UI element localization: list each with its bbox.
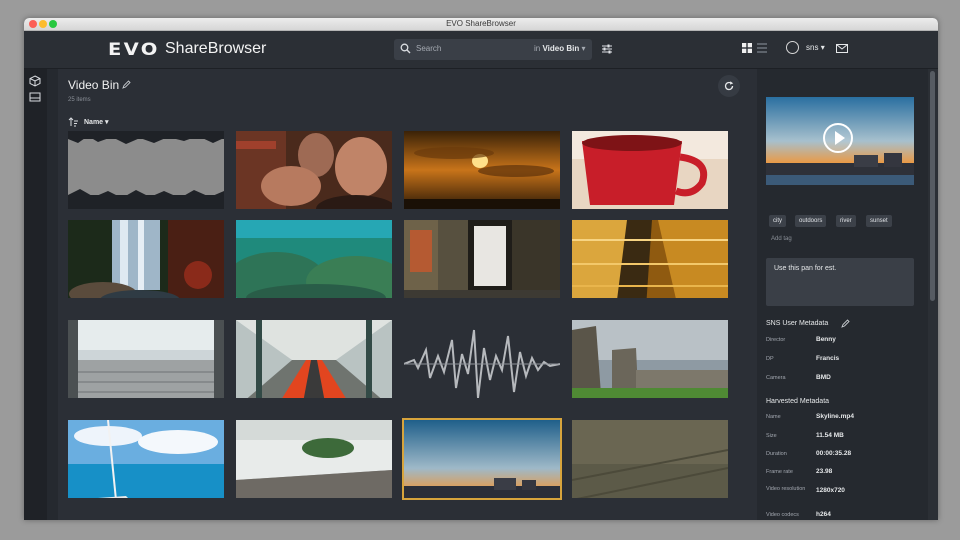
tag-city[interactable]: city: [769, 215, 786, 227]
metadata-key: Frame rate: [766, 469, 793, 475]
metadata-value: h264: [816, 511, 831, 518]
metadata-value: 11.54 MB: [816, 432, 844, 439]
thumbnail-red-walkway-corridor[interactable]: [236, 320, 392, 398]
left-rail: [24, 69, 47, 520]
thumbnail-moving-walkway[interactable]: [68, 320, 224, 398]
thumbnail-waveform-clip-2[interactable]: [404, 320, 560, 398]
search-scope-selector[interactable]: in Video Bin ▾: [534, 44, 585, 53]
thumbnail-beach-waves[interactable]: [236, 420, 392, 498]
metadata-key: Camera: [766, 375, 786, 381]
comment-text: Use this pan for est.: [774, 265, 837, 272]
pencil-icon[interactable]: [122, 80, 131, 89]
thumbnail-red-coffee-cup[interactable]: [572, 131, 728, 209]
grid-view-icon[interactable]: [742, 43, 752, 53]
app-header: EVO ShareBrowser Search in Video Bin ▾ s…: [24, 31, 938, 69]
thumbnail-sailboat-sea[interactable]: [68, 420, 224, 498]
metadata-key: Name: [766, 414, 781, 420]
video-preview[interactable]: [766, 97, 914, 185]
search-scope-prefix: in: [534, 44, 541, 53]
search-icon: [400, 43, 411, 54]
metadata-key: DP: [766, 356, 774, 362]
play-button[interactable]: [823, 123, 853, 153]
detail-panel: city outdoors river sunset Add tag Use t…: [757, 69, 927, 520]
metadata-key: Video codecs: [766, 512, 799, 518]
item-count: 25 items: [68, 97, 91, 103]
thumbnail-golden-escalators[interactable]: [572, 220, 728, 298]
chevron-down-icon: ▾: [581, 44, 586, 53]
search-scope-value: Video Bin: [542, 44, 580, 53]
cube-icon[interactable]: [29, 75, 41, 87]
user-menu[interactable]: sns ▾: [806, 43, 825, 52]
tag-sunset[interactable]: sunset: [866, 215, 892, 227]
refresh-icon: [724, 81, 734, 91]
list-view-icon[interactable]: [757, 43, 767, 53]
harvested-metadata-title: Harvested Metadata: [766, 398, 830, 405]
title-bar: EVO ShareBrowser: [24, 18, 938, 31]
metadata-key: Video resolution: [766, 486, 806, 492]
avatar[interactable]: [786, 41, 799, 54]
tag-river[interactable]: river: [836, 215, 856, 227]
bin-content: Video Bin 25 items Name ▾: [58, 69, 757, 520]
metadata-value[interactable]: Francis: [816, 355, 839, 362]
user-name: sns: [806, 43, 819, 52]
search-placeholder: Search: [416, 44, 442, 53]
metadata-value[interactable]: Benny: [816, 336, 836, 343]
chevron-down-icon: ▾: [820, 43, 825, 52]
page-title: Video Bin: [68, 78, 120, 92]
thumbnail-stone-ruins[interactable]: [572, 320, 728, 398]
tag-outdoors[interactable]: outdoors: [795, 215, 827, 227]
thumbnail-underwater-reef[interactable]: [236, 220, 392, 298]
user-metadata-title: SNS User Metadata: [766, 320, 829, 327]
sort-icon[interactable]: [68, 117, 79, 127]
comment-field[interactable]: Use this pan for est.: [766, 258, 914, 306]
sort-label: Name: [84, 119, 104, 126]
drive-icon[interactable]: [29, 91, 41, 103]
window-title: EVO ShareBrowser: [446, 19, 516, 28]
app-name: ShareBrowser: [165, 40, 267, 57]
thumbnail-man-selfie[interactable]: [236, 131, 392, 209]
metadata-key: Duration: [766, 451, 787, 457]
filter-sliders-icon[interactable]: [601, 43, 613, 55]
metadata-key: Size: [766, 433, 777, 439]
thumbnail-waterfall[interactable]: [68, 220, 224, 298]
thumbnail-skyline-dusk[interactable]: [402, 418, 562, 500]
metadata-value[interactable]: BMD: [816, 374, 831, 381]
thumbnail-grass-field[interactable]: [572, 420, 728, 498]
mail-icon[interactable]: [836, 44, 848, 53]
pencil-icon[interactable]: [841, 319, 850, 328]
thumbnail-sunset-clouds[interactable]: [404, 131, 560, 209]
sort-dropdown[interactable]: Name ▾: [84, 118, 109, 126]
detail-scrollbar[interactable]: [928, 69, 938, 520]
metadata-key: Director: [766, 337, 786, 343]
scrollbar-thumb[interactable]: [930, 71, 935, 301]
metadata-value: Skyline.mp4: [816, 413, 854, 420]
refresh-button[interactable]: [718, 75, 740, 97]
thumbnail-hallway-door[interactable]: [404, 220, 560, 298]
metadata-value: 1280x720: [816, 487, 845, 494]
app-window: EVO ShareBrowser EVO ShareBrowser Search…: [24, 18, 938, 520]
evo-logo: EVO: [108, 40, 160, 60]
chevron-down-icon: ▾: [105, 119, 109, 126]
metadata-value: 00:00:35.28: [816, 450, 852, 457]
search-input[interactable]: Search in Video Bin ▾: [394, 39, 592, 60]
thumbnail-waveform-clip-1[interactable]: [68, 131, 224, 209]
add-tag-input[interactable]: Add tag: [771, 236, 792, 242]
metadata-value: 23.98: [816, 468, 833, 475]
